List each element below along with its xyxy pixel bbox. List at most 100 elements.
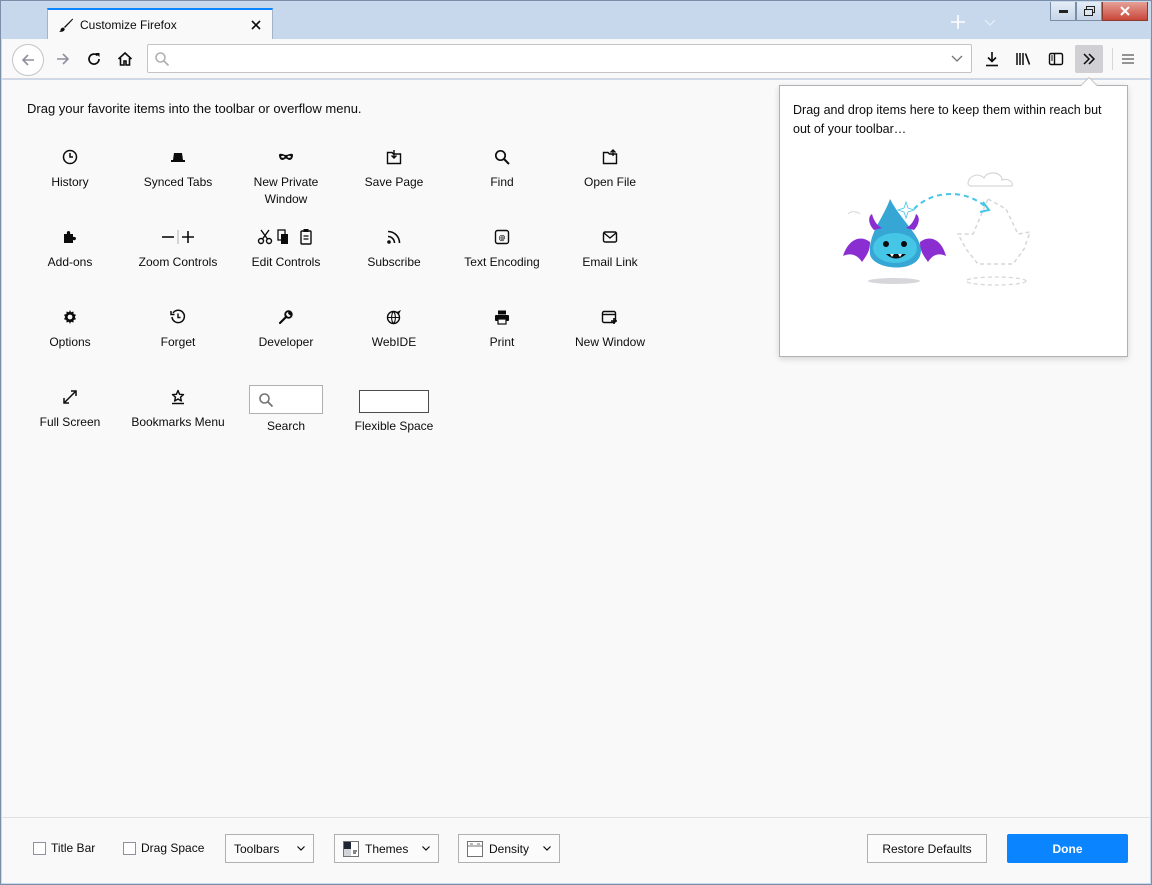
- palette-item-label: Synced Tabs: [143, 175, 213, 189]
- customization-palette: History Synced Tabs New Private Window S…: [16, 142, 666, 462]
- palette-item-search[interactable]: Search: [232, 382, 340, 462]
- palette-item-label: Bookmarks Menu: [131, 415, 225, 429]
- minimize-button[interactable]: [1050, 2, 1076, 21]
- palette-item-label: Edit Controls: [251, 255, 321, 269]
- bookmark-star-icon: [170, 382, 186, 412]
- forward-button[interactable]: [48, 45, 78, 73]
- palette-item-label: Open File: [583, 175, 637, 189]
- palette-item-addons[interactable]: Add-ons: [16, 222, 124, 302]
- restore-defaults-button[interactable]: Restore Defaults: [867, 834, 987, 863]
- magnifier-icon: [494, 142, 510, 172]
- overflow-panel-text: Drag and drop items here to keep them wi…: [793, 103, 1102, 136]
- zoom-icon: [161, 222, 195, 252]
- palette-item-zoom-controls[interactable]: Zoom Controls: [124, 222, 232, 302]
- palette-item-label: Zoom Controls: [138, 255, 218, 269]
- palette-item-synced-tabs[interactable]: Synced Tabs: [124, 142, 232, 222]
- done-button[interactable]: Done: [1007, 834, 1128, 863]
- palette-item-label: New Private Window: [253, 175, 319, 206]
- sidebar-button[interactable]: [1042, 45, 1070, 73]
- density-dropdown[interactable]: Density: [458, 834, 560, 863]
- window-controls: [1050, 2, 1148, 21]
- toolbar-separator: [1112, 48, 1113, 70]
- palette-header: Drag your favorite items into the toolba…: [27, 101, 362, 116]
- svg-text:@: @: [499, 234, 506, 242]
- drag-space-label: Drag Space: [141, 841, 205, 855]
- palette-item-label: Options: [49, 335, 91, 349]
- drag-space-checkbox-box[interactable]: [123, 841, 136, 855]
- palette-item-label: Save Page: [364, 175, 424, 189]
- customization-footer: Title Bar Drag Space Toolbars Themes Den…: [2, 817, 1150, 883]
- dragon-illustration: [838, 164, 1068, 314]
- tab-customize-firefox[interactable]: Customize Firefox: [47, 8, 273, 40]
- downloads-button[interactable]: [978, 45, 1006, 73]
- save-page-icon: [386, 142, 402, 172]
- drag-space-checkbox[interactable]: Drag Space: [123, 841, 204, 855]
- themes-icon: [343, 840, 359, 857]
- palette-item-find[interactable]: Find: [448, 142, 556, 222]
- palette-item-label: Email Link: [582, 255, 638, 269]
- palette-item-new-window[interactable]: New Window: [556, 302, 664, 382]
- toolbars-dropdown[interactable]: Toolbars: [225, 834, 314, 863]
- flexible-space-icon: [359, 382, 429, 416]
- palette-item-label: History: [51, 175, 89, 189]
- palette-item-text-encoding[interactable]: @ Text Encoding: [448, 222, 556, 302]
- palette-item-options[interactable]: Options: [16, 302, 124, 382]
- new-tab-button[interactable]: [944, 10, 972, 34]
- chevron-down-icon: [297, 846, 305, 851]
- search-icon: [148, 51, 176, 67]
- palette-item-label: Find: [490, 175, 514, 189]
- toolbars-label: Toolbars: [234, 841, 280, 856]
- palette-item-save-page[interactable]: Save Page: [340, 142, 448, 222]
- chevron-down-icon: [543, 846, 551, 851]
- tab-title: Customize Firefox: [80, 18, 177, 32]
- chevron-down-icon[interactable]: [943, 55, 971, 63]
- palette-item-full-screen[interactable]: Full Screen: [16, 382, 124, 462]
- palette-item-forget[interactable]: Forget: [124, 302, 232, 382]
- feed-icon: [386, 222, 402, 252]
- hamburger-menu-icon[interactable]: [1114, 45, 1142, 73]
- mask-icon: [278, 142, 294, 172]
- gear-icon: [62, 302, 78, 332]
- density-label: Density: [489, 841, 530, 856]
- library-button[interactable]: [1010, 45, 1038, 73]
- themes-dropdown[interactable]: Themes: [334, 834, 439, 863]
- palette-item-open-file[interactable]: Open File: [556, 142, 664, 222]
- navigation-toolbar: [2, 39, 1150, 79]
- all-tabs-chevron-icon[interactable]: [978, 12, 1002, 34]
- palette-item-label: Subscribe: [367, 255, 421, 269]
- tab-strip: Customize Firefox: [2, 2, 1150, 40]
- themes-label: Themes: [365, 841, 409, 856]
- new-window-icon: [601, 302, 619, 332]
- url-bar[interactable]: [147, 44, 972, 73]
- palette-item-subscribe[interactable]: Subscribe: [340, 222, 448, 302]
- back-button[interactable]: [12, 44, 44, 76]
- encoding-icon: @: [494, 222, 510, 252]
- close-tab-icon[interactable]: [244, 13, 268, 37]
- overflow-panel[interactable]: Drag and drop items here to keep them wi…: [779, 77, 1128, 357]
- palette-item-webide[interactable]: WebIDE: [340, 302, 448, 382]
- title-bar-checkbox[interactable]: Title Bar: [33, 841, 95, 855]
- palette-item-private-window[interactable]: New Private Window: [232, 142, 340, 222]
- search-widget-icon: [249, 382, 323, 416]
- fullscreen-icon: [62, 382, 78, 412]
- palette-item-edit-controls[interactable]: Edit Controls: [232, 222, 340, 302]
- url-input[interactable]: [176, 45, 943, 72]
- palette-item-flexible-space[interactable]: Flexible Space: [340, 382, 448, 462]
- home-button[interactable]: [110, 45, 140, 73]
- palette-item-bookmarks-menu[interactable]: Bookmarks Menu: [124, 382, 232, 462]
- palette-item-label: Full Screen: [39, 415, 101, 429]
- customization-container: Drag your favorite items into the toolba…: [2, 77, 1150, 883]
- palette-item-email-link[interactable]: Email Link: [556, 222, 664, 302]
- edit-icon: [257, 222, 315, 252]
- palette-item-print[interactable]: Print: [448, 302, 556, 382]
- reload-button[interactable]: [79, 45, 109, 73]
- palette-item-label: Print: [489, 335, 515, 349]
- palette-item-history[interactable]: History: [16, 142, 124, 222]
- wrench-icon: [278, 302, 294, 332]
- overflow-menu-button[interactable]: [1075, 45, 1103, 73]
- palette-item-developer[interactable]: Developer: [232, 302, 340, 382]
- title-bar-checkbox-box[interactable]: [33, 841, 46, 855]
- palette-item-label: New Window: [574, 335, 646, 349]
- close-window-button[interactable]: [1102, 2, 1148, 21]
- maximize-button[interactable]: [1076, 2, 1102, 21]
